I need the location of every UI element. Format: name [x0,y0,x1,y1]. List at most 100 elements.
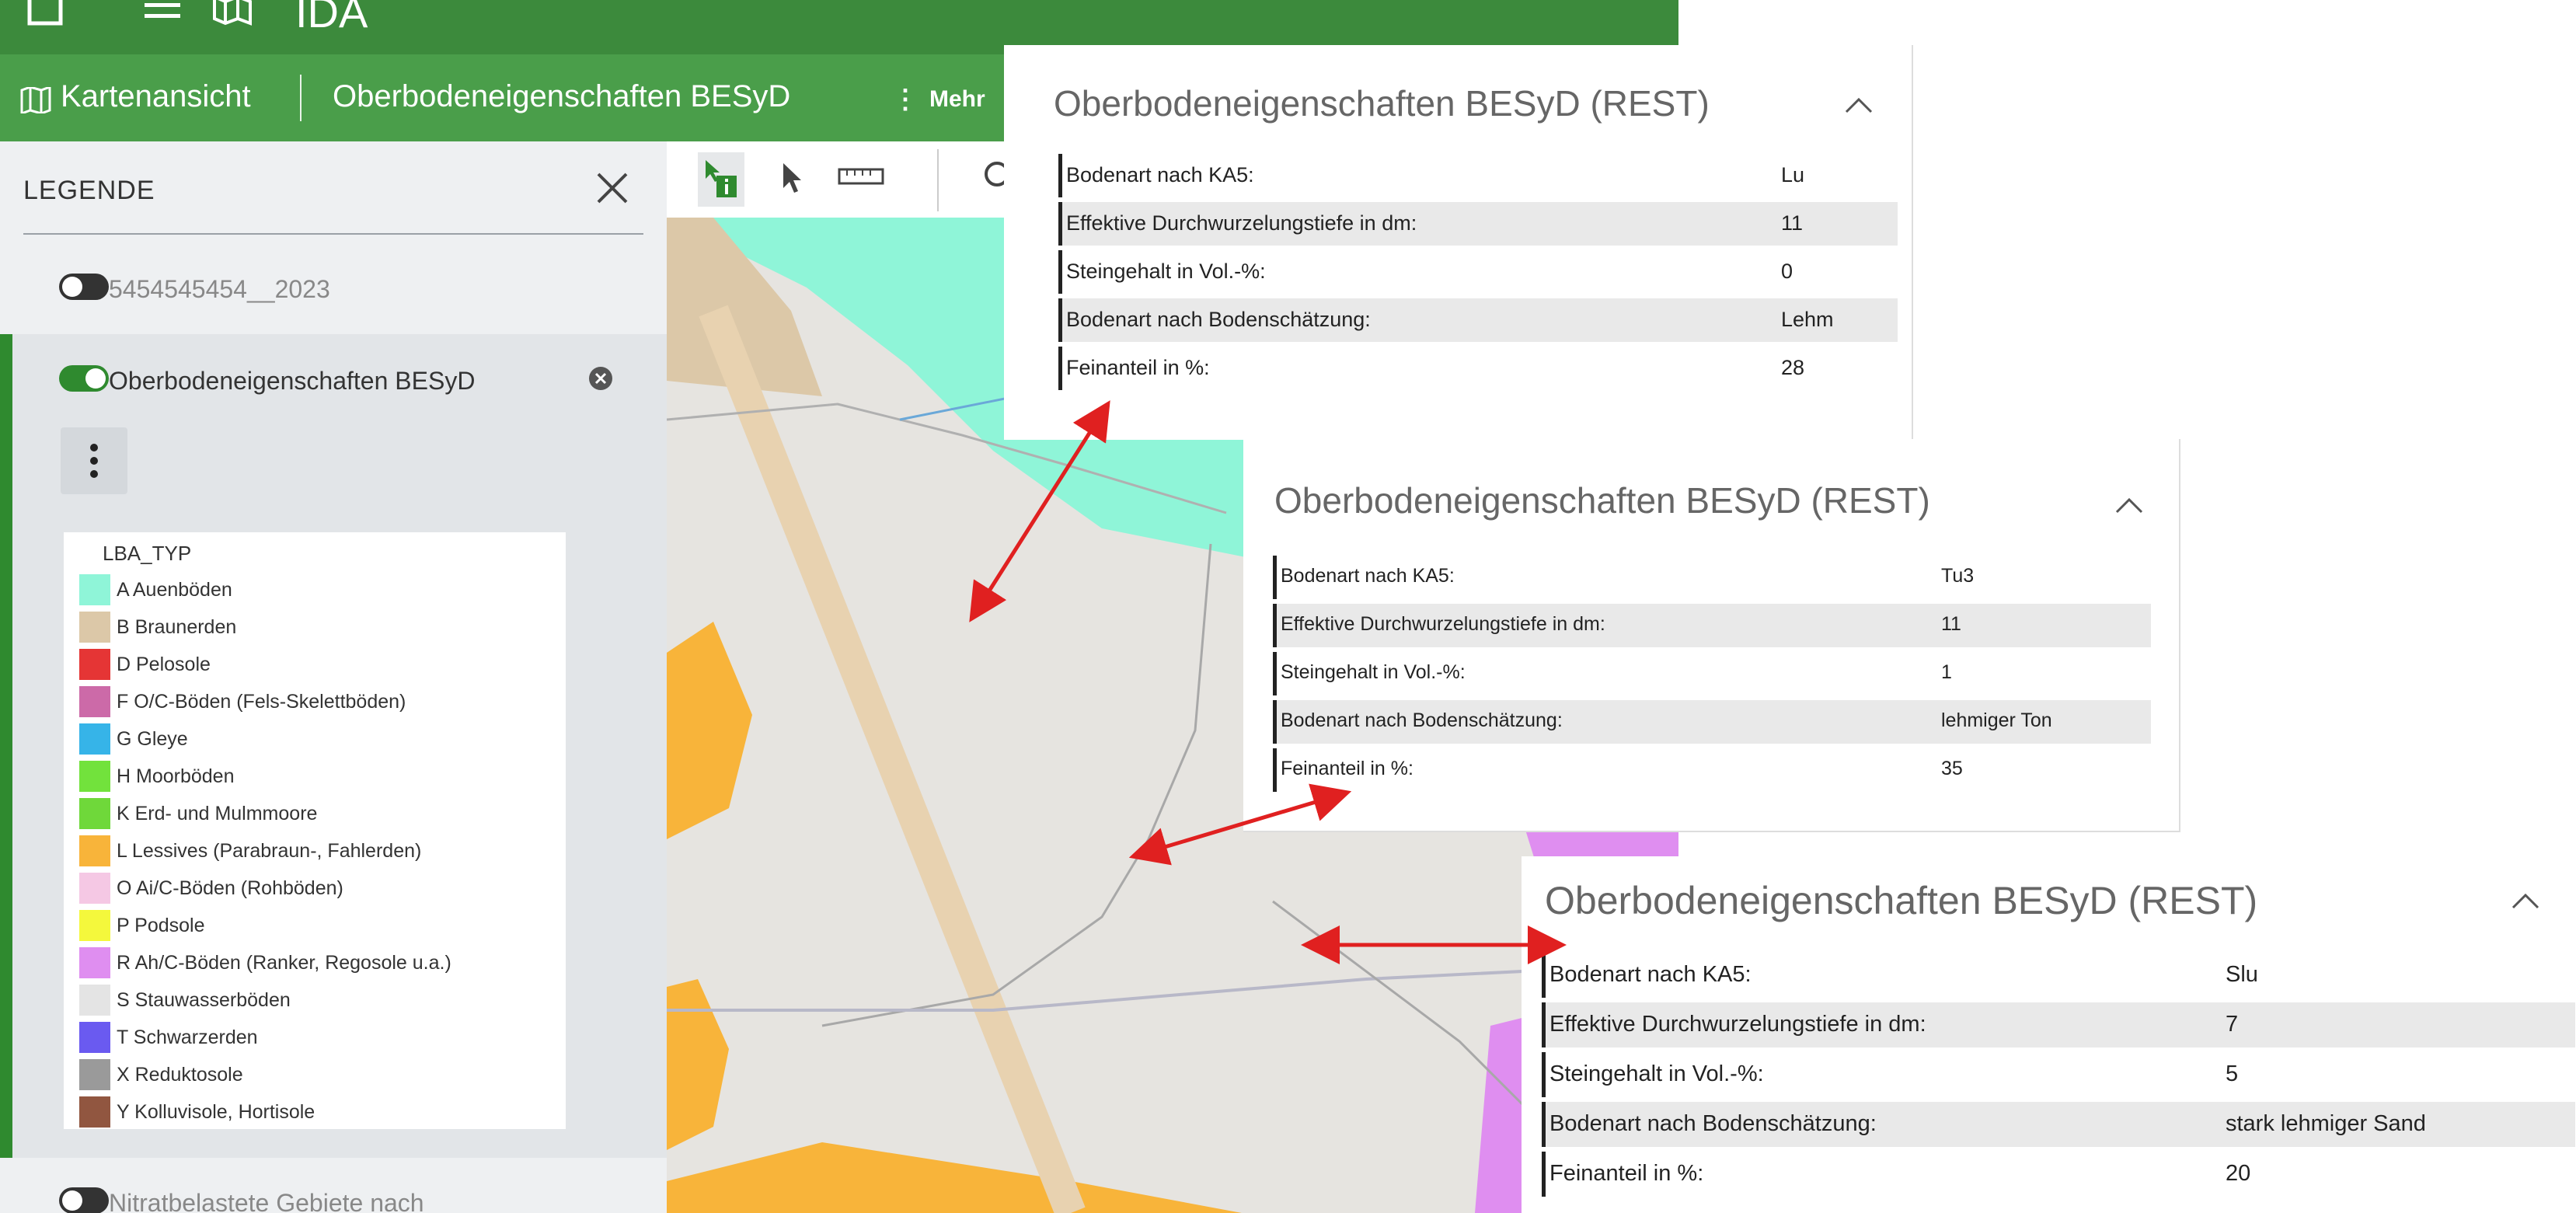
legend-label: L Lessives (Parabraun-, Fahlerden) [117,840,422,862]
legend-swatch [79,835,110,866]
legend-label: G Gleye [117,728,188,750]
legend-type-header: LBA_TYP [103,542,192,565]
popup-row: Bodenart nach KA5: Lu [1058,154,1898,202]
layer-name: 5454545454__2023 [109,275,330,303]
info-select-icon [706,160,737,197]
legend-item: L Lessives (Parabraun-, Fahlerden) [79,832,561,870]
close-icon[interactable] [589,165,636,211]
popup-value: 35 [1941,758,1963,779]
popup-row: Bodenart nach Bodenschätzung: stark lehmi… [1542,1102,2575,1152]
kebab-icon [90,444,98,478]
menu-icon[interactable] [141,0,183,31]
remove-circle-icon[interactable] [587,365,614,392]
legend-swatch [79,947,110,978]
row-marker [1058,154,1062,197]
legend-label: D Pelosole [117,654,211,675]
legend-item: T Schwarzerden [79,1019,561,1056]
popup-value: 0 [1781,260,1793,283]
popup-key: Bodenart nach KA5: [1549,962,1752,987]
legend-item: H Moorböden [79,758,561,795]
layer-title[interactable]: Oberbodeneigenschaften BESyD [333,75,790,118]
feature-popup: Oberbodeneigenschaften BESyD (REST) Bode… [1522,856,2576,1213]
layer-options-button[interactable] [61,427,127,494]
window-icon[interactable] [26,0,65,31]
popup-key: Feinanteil in %: [1281,758,1413,779]
divider [23,233,643,235]
popup-key: Feinanteil in %: [1549,1161,1704,1186]
legend-swatch [79,1022,110,1053]
popup-key: Bodenart nach KA5: [1281,565,1455,587]
legend-item: G Gleye [79,720,561,758]
popup-key: Steingehalt in Vol.-%: [1281,661,1466,683]
popup-value: lehmiger Ton [1941,709,2052,731]
legend-label: O Ai/C-Böden (Rohböden) [117,877,343,899]
legend-label: X Reduktosole [117,1064,243,1086]
legend-item: P Podsole [79,907,561,944]
popup-value: 11 [1781,211,1804,235]
legend-item: B Braunerden [79,608,561,646]
row-marker [1542,1052,1546,1097]
legend-header: LEGENDE [0,141,667,235]
legend-label: B Braunerden [117,616,237,638]
popup-row: Effektive Durchwurzelungstiefe in dm: 11 [1058,202,1898,250]
popup-value: 7 [2226,1012,2239,1037]
popup-value: Lehm [1781,308,1834,331]
legend-label: Y Kolluvisole, Hortisole [117,1101,315,1123]
feature-popup: Oberbodeneigenschaften BESyD (REST) Bode… [1004,45,1913,440]
popup-value: 11 [1941,613,1961,635]
row-marker [1058,298,1062,342]
legend-label: F O/C-Böden (Fels-Skelettböden) [117,691,406,713]
chevron-up-icon[interactable] [1843,96,1874,115]
popup-row: Feinanteil in %: 35 [1273,748,2151,796]
popup-key: Steingehalt in Vol.-%: [1066,260,1266,283]
layer-toggle[interactable] [59,1187,109,1213]
legend-swatch [79,1059,110,1090]
legend-swatch [79,574,110,605]
ruler-icon[interactable] [838,165,884,188]
legend-item: D Pelosole [79,646,561,683]
legend-symbology: LBA_TYP A Auenböden B Braunerden D Pelosol… [64,532,566,1129]
legend-item: K Erd- und Mulmmoore [79,795,561,832]
legend-label: R Ah/C-Böden (Ranker, Regosole u.a.) [117,952,451,974]
popup-row: Bodenart nach Bodenschätzung: Lehm [1058,298,1898,347]
app-title: IDA [295,0,368,37]
chevron-up-icon[interactable] [2510,892,2541,911]
legend-label: K Erd- und Mulmmoore [117,803,318,824]
popup-key: Bodenart nach KA5: [1066,163,1254,186]
more-button[interactable]: Mehr [929,78,985,121]
layer-toggle[interactable] [59,365,109,392]
popup-key: Bodenart nach Bodenschätzung: [1281,709,1563,731]
map-icon [20,87,51,113]
info-select-tool[interactable] [698,152,744,207]
legend-swatch [79,798,110,829]
popup-key: Effektive Durchwurzelungstiefe in dm: [1281,613,1605,635]
layer-toggle[interactable] [59,274,109,300]
row-marker [1273,556,1277,599]
row-marker [1542,1002,1546,1047]
pointer-icon[interactable] [776,157,807,200]
popup-row: Effektive Durchwurzelungstiefe in dm: 7 [1542,1002,2575,1052]
legend-swatch [79,761,110,792]
chevron-up-icon[interactable] [2114,497,2145,515]
layer-name: Oberbodeneigenschaften BESyD [109,367,476,395]
legend-swatch [79,910,110,941]
legend-label: S Stauwasserböden [117,989,291,1011]
popup-row: Steingehalt in Vol.-%: 1 [1273,652,2151,700]
layer-item[interactable]: 5454545454__2023 [0,266,667,312]
legend-swatch [79,985,110,1016]
legend-swatch [79,1096,110,1128]
popup-title: Oberbodeneigenschaften BESyD (REST) [1274,480,1930,521]
row-marker [1058,347,1062,390]
popup-value: 28 [1781,356,1805,379]
popup-key: Feinanteil in %: [1066,356,1210,379]
view-label[interactable]: Kartenansicht [61,75,251,118]
divider [300,75,302,121]
legend-item: S Stauwasserböden [79,981,561,1019]
legend-panel: LEGENDE 5454545454__2023 Oberbodeneigens… [0,141,667,1213]
map-icon[interactable] [210,0,256,31]
kebab-icon[interactable]: ⋮ [892,84,919,115]
layer-item[interactable]: Nitratbelastete Gebiete nach [0,1180,667,1213]
legend-swatch [79,612,110,643]
popup-value: 1 [1941,661,1952,683]
layer-name: Nitratbelastete Gebiete nach [109,1189,424,1213]
